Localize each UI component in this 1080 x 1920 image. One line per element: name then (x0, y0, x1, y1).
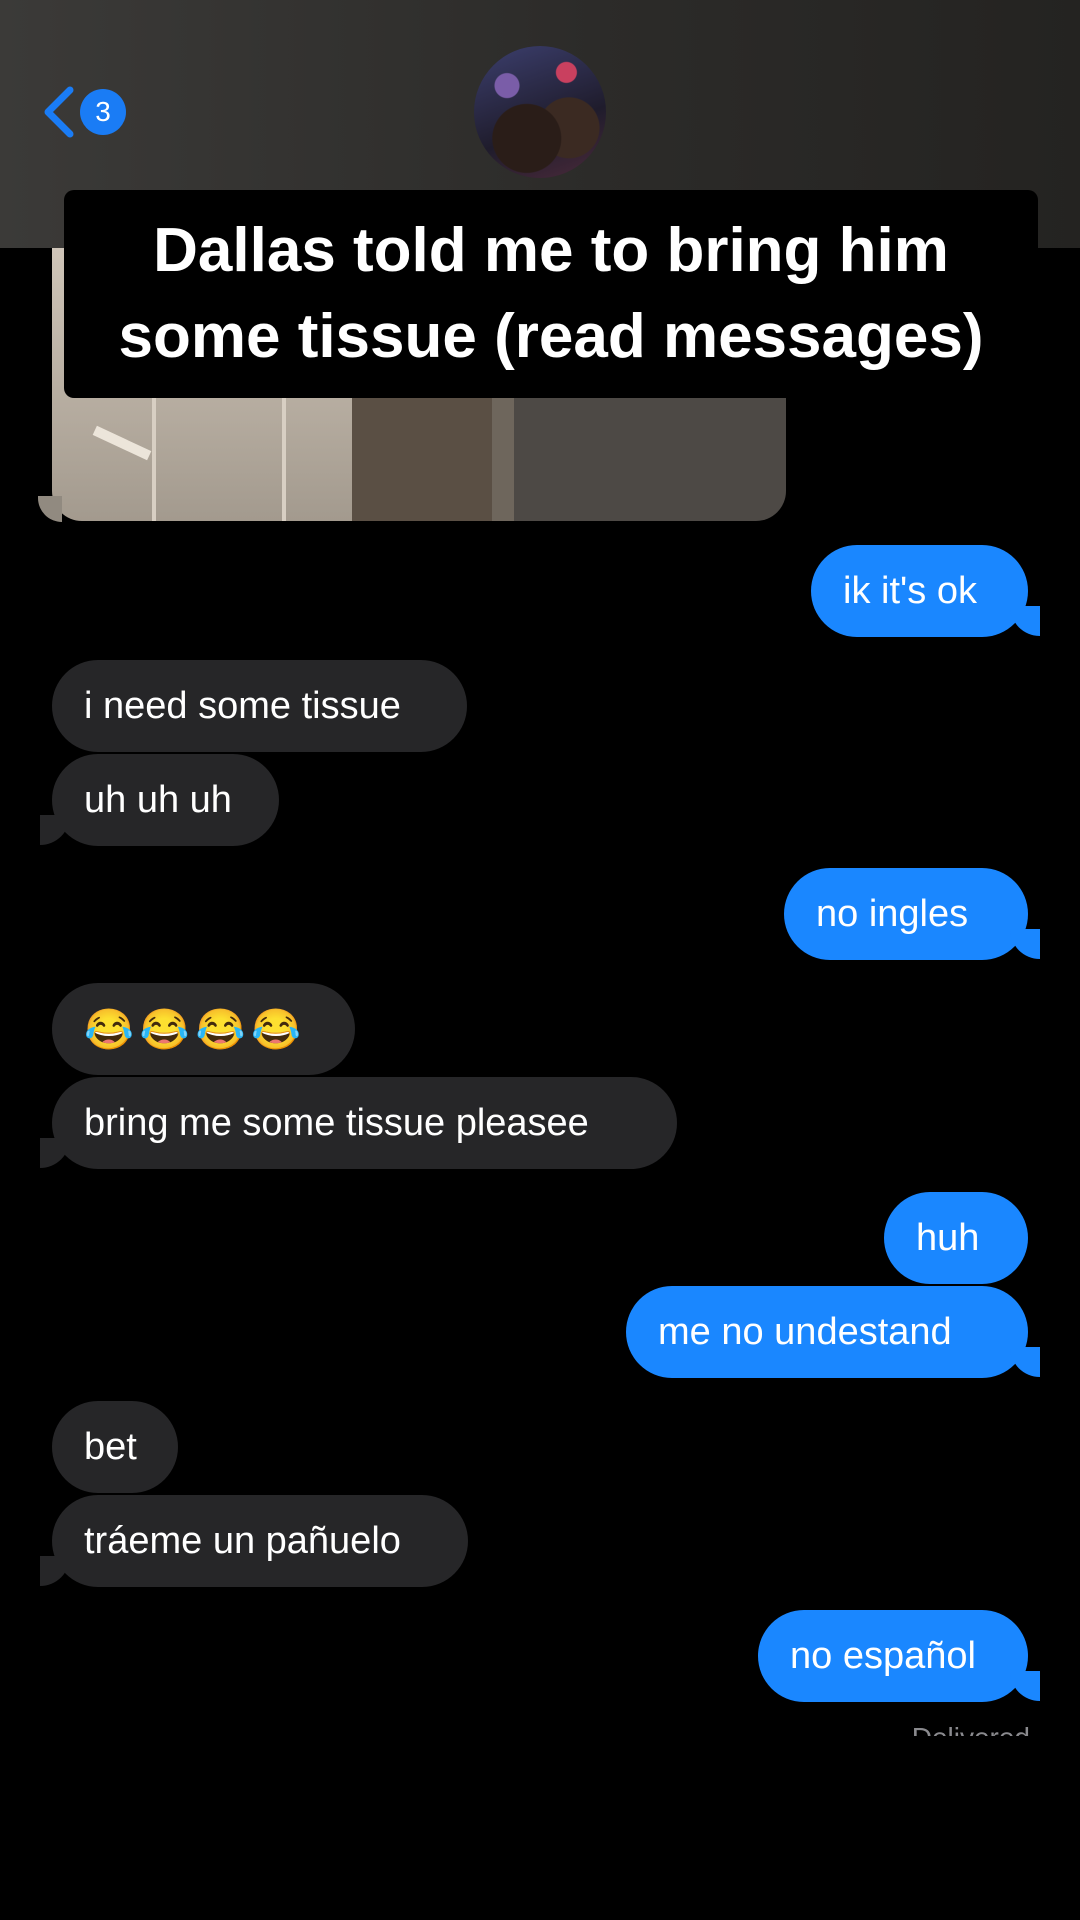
unread-count-badge: 3 (80, 89, 126, 135)
sent-message-bubble[interactable]: ik it's ok (811, 545, 1028, 637)
received-bubble-tail (40, 1556, 70, 1586)
sent-message-bubble[interactable]: me no undestand (626, 1286, 1028, 1378)
sent-bubble-tail (1010, 1347, 1040, 1377)
sent-bubble-tail (1010, 929, 1040, 959)
sent-bubble-tail (1010, 1671, 1040, 1701)
back-button[interactable]: 3 (40, 80, 140, 144)
caption-line-2: some tissue (read messages) (118, 302, 984, 371)
sent-message-bubble[interactable]: huh (884, 1192, 1028, 1284)
delivery-status: Delivered (912, 1716, 1030, 1736)
received-message-bubble[interactable]: uh uh uh (52, 754, 279, 846)
caption-line-1: Dallas told me to bring him (153, 216, 949, 285)
contact-avatar[interactable] (474, 46, 606, 178)
received-emoji-message[interactable]: 😂😂😂😂 (52, 983, 355, 1075)
received-message-bubble[interactable]: i need some tissue (52, 660, 467, 752)
received-message-bubble[interactable]: bring me some tissue pleasee (52, 1077, 677, 1169)
received-message-bubble[interactable]: tráeme un pañuelo (52, 1495, 468, 1587)
sent-message-bubble[interactable]: no español (758, 1610, 1028, 1702)
received-bubble-tail (40, 815, 70, 845)
chevron-left-icon (44, 86, 74, 138)
received-message-bubble[interactable]: bet (52, 1401, 178, 1493)
sent-bubble-tail (1010, 606, 1040, 636)
received-bubble-tail (40, 1138, 70, 1168)
video-caption-overlay: Dallas told me to bring him some tissue … (64, 190, 1038, 398)
photo-bubble-tail (38, 496, 62, 522)
sent-message-bubble[interactable]: no ingles (784, 868, 1028, 960)
